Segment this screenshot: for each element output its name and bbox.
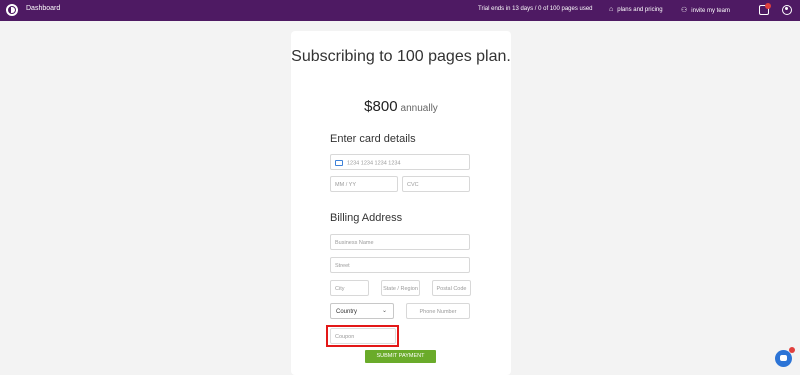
cvc-field[interactable]: CVC bbox=[402, 176, 470, 192]
price-amount: $800 bbox=[364, 98, 398, 115]
state-field[interactable]: State / Region bbox=[381, 280, 420, 296]
dashboard-link[interactable]: Dashboard bbox=[26, 5, 60, 12]
billing-period: annually bbox=[400, 103, 438, 114]
coupon-highlight bbox=[326, 325, 399, 347]
submit-payment-button[interactable]: SUBMIT PAYMENT bbox=[365, 350, 436, 363]
chevron-down-icon: ⌄ bbox=[381, 308, 387, 314]
card-number-field[interactable]: 1234 1234 1234 1234 bbox=[330, 154, 470, 170]
chat-notification-badge bbox=[789, 347, 795, 353]
expiry-field[interactable]: MM / YY bbox=[330, 176, 398, 192]
street-field[interactable]: Street bbox=[330, 257, 470, 273]
tag-icon: ⌂ bbox=[609, 6, 614, 13]
postal-code-field[interactable]: Postal Code bbox=[432, 280, 471, 296]
city-field[interactable]: City bbox=[330, 280, 369, 296]
credit-card-icon bbox=[335, 160, 343, 166]
subscription-title: Subscribing to 100 pages plan. bbox=[291, 48, 511, 65]
phone-number-field[interactable]: Phone Number bbox=[406, 303, 470, 319]
country-select[interactable]: Country ⌄ bbox=[330, 303, 394, 319]
subscription-card: Subscribing to 100 pages plan. $800 annua… bbox=[291, 31, 511, 375]
billing-address-heading: Billing Address bbox=[330, 212, 403, 224]
price-display: $800 annually bbox=[291, 98, 511, 116]
team-icon: ⚇ bbox=[681, 7, 688, 14]
trial-status: Trial ends in 13 days / 0 of 100 pages u… bbox=[478, 6, 593, 12]
invite-team-link[interactable]: ⚇ invite my team bbox=[681, 6, 730, 14]
card-details-heading: Enter card details bbox=[330, 133, 416, 145]
user-icon[interactable] bbox=[782, 5, 792, 15]
plans-and-pricing-link[interactable]: ⌂ plans and pricing bbox=[609, 6, 663, 13]
notification-badge bbox=[765, 3, 771, 9]
top-navigation-bar: Dashboard Trial ends in 13 days / 0 of 1… bbox=[0, 0, 800, 21]
app-logo-icon[interactable] bbox=[6, 4, 18, 16]
business-name-field[interactable]: Business Name bbox=[330, 234, 470, 250]
